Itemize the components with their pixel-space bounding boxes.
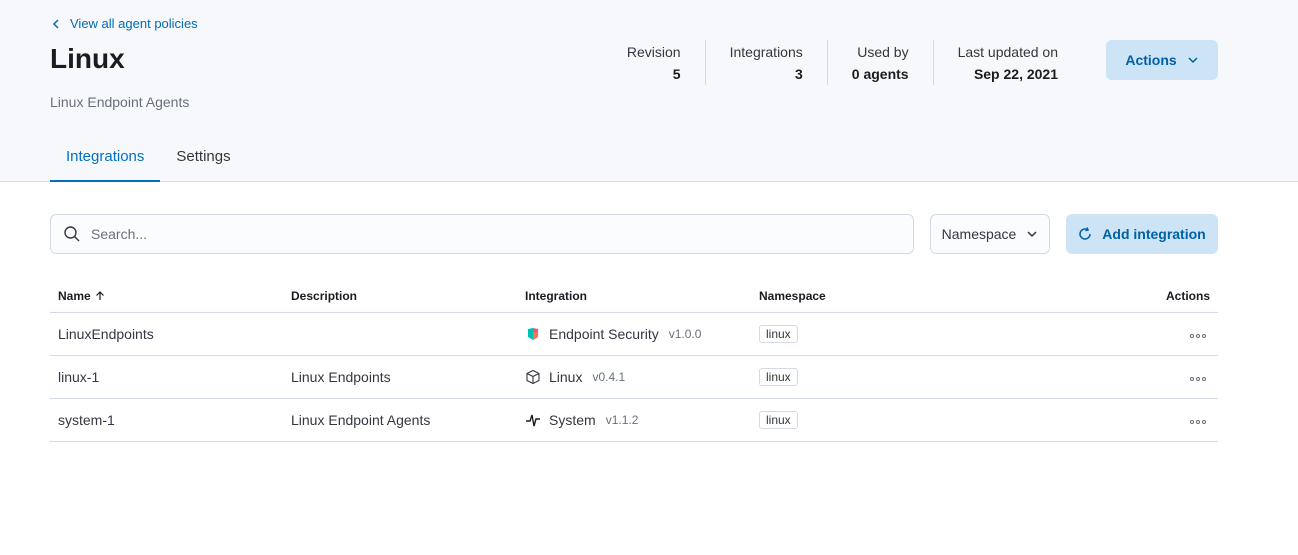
policy-stats: Revision 5 Integrations 3 Used by 0 agen… — [603, 40, 1082, 85]
namespace-filter-label: Namespace — [941, 226, 1017, 242]
row-integration: System v1.1.2 — [517, 398, 751, 442]
search-icon — [64, 226, 80, 242]
page-title: Linux — [50, 43, 125, 74]
stat-label: Last updated on — [957, 44, 1058, 60]
stat-label: Used by — [857, 44, 909, 60]
integrations-table: Name Description Integration Namespace A… — [50, 280, 1218, 442]
refresh-icon — [1079, 227, 1092, 240]
tab-settings[interactable]: Settings — [160, 134, 246, 182]
add-integration-button[interactable]: Add integration — [1066, 214, 1218, 254]
column-header-label: Name — [58, 288, 91, 303]
search-input[interactable] — [91, 226, 891, 242]
add-integration-label: Add integration — [1102, 226, 1206, 242]
integration-version: v0.4.1 — [592, 369, 626, 384]
back-link[interactable]: View all agent policies — [50, 16, 198, 31]
row-name: system-1 — [50, 398, 283, 442]
integration-name[interactable]: Endpoint Security — [549, 326, 659, 342]
row-name: LinuxEndpoints — [50, 312, 283, 356]
stat-value: 5 — [672, 66, 681, 82]
page-header: View all agent policies Linux Linux Endp… — [0, 0, 1298, 182]
row-actions — [985, 398, 1218, 442]
row-actions-menu-icon[interactable] — [1186, 330, 1210, 342]
stat-label: Revision — [626, 44, 681, 60]
namespace-filter[interactable]: Namespace — [930, 214, 1050, 254]
row-integration: Linux v0.4.1 — [517, 355, 751, 399]
stat-value: Sep 22, 2021 — [973, 66, 1058, 82]
row-description: Linux Endpoints — [283, 355, 517, 399]
namespace-badge: linux — [759, 367, 798, 386]
chevron-down-icon — [1188, 57, 1198, 64]
integration-version: v1.1.2 — [605, 412, 639, 427]
namespace-badge: linux — [759, 324, 798, 343]
table-row: LinuxEndpoints Endpoint Security v1.0.0 … — [50, 312, 1218, 356]
page-subtitle: Linux Endpoint Agents — [50, 94, 190, 110]
stat-label: Integrations — [729, 44, 803, 60]
column-header-name[interactable]: Name — [50, 280, 283, 313]
cube-icon — [526, 369, 540, 384]
table-row: system-1 Linux Endpoint Agents System v1… — [50, 398, 1218, 442]
row-description — [283, 312, 517, 356]
tab-bar: Integrations Settings — [50, 134, 247, 182]
row-description: Linux Endpoint Agents — [283, 398, 517, 442]
chevron-down-icon — [1027, 231, 1037, 238]
tab-integrations[interactable]: Integrations — [50, 134, 161, 182]
stat-last-updated: Last updated on Sep 22, 2021 — [932, 40, 1082, 85]
namespace-badge: linux — [759, 410, 798, 429]
stat-value: 0 agents — [851, 66, 909, 82]
integration-name[interactable]: System — [549, 412, 596, 428]
column-header-namespace: Namespace — [751, 280, 985, 313]
stat-value: 3 — [794, 66, 803, 82]
table-header-row: Name Description Integration Namespace A… — [50, 280, 1218, 313]
search-box — [50, 214, 914, 254]
stat-used-by: Used by 0 agents — [826, 40, 933, 85]
actions-button-label: Actions — [1125, 52, 1177, 68]
stat-revision: Revision 5 — [603, 40, 705, 85]
row-name: linux-1 — [50, 355, 283, 399]
row-actions-menu-icon[interactable] — [1186, 373, 1210, 385]
actions-button[interactable]: Actions — [1106, 40, 1218, 80]
integration-version: v1.0.0 — [668, 326, 702, 341]
row-integration: Endpoint Security v1.0.0 — [517, 312, 751, 356]
row-actions-menu-icon[interactable] — [1186, 416, 1210, 428]
back-link-label: View all agent policies — [70, 16, 198, 31]
column-header-actions: Actions — [985, 280, 1218, 313]
column-header-integration: Integration — [517, 280, 751, 313]
row-namespace: linux — [751, 398, 985, 442]
sort-ascending-icon — [95, 290, 104, 300]
endpoint-security-icon — [528, 327, 538, 340]
row-actions — [985, 355, 1218, 399]
row-namespace: linux — [751, 355, 985, 399]
chevron-left-icon — [52, 18, 59, 29]
row-namespace: linux — [751, 312, 985, 356]
table-row: linux-1 Linux Endpoints Linux v0.4.1 lin… — [50, 355, 1218, 399]
pulse-icon — [526, 414, 540, 426]
row-actions — [985, 312, 1218, 356]
stat-integrations: Integrations 3 — [704, 40, 827, 85]
integration-name[interactable]: Linux — [549, 369, 582, 385]
column-header-description: Description — [283, 280, 517, 313]
